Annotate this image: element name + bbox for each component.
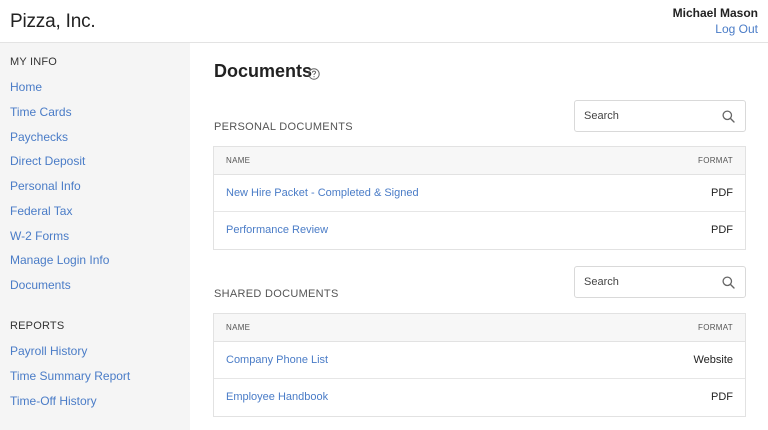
logout-link[interactable]: Log Out [673,21,758,37]
shared-documents-table: NAME FORMAT Company Phone List Website E… [213,313,746,417]
table-header: NAME FORMAT [214,314,745,342]
sidebar-section-my-info: MY INFO [10,56,58,68]
shared-documents-search[interactable] [574,266,746,298]
document-format: Website [693,354,733,366]
table-row: Company Phone List Website [214,342,745,379]
column-header-format[interactable]: FORMAT [698,323,733,332]
personal-search-input[interactable] [584,108,714,124]
column-header-format[interactable]: FORMAT [698,156,733,165]
sidebar-item-manage-login-info[interactable]: Manage Login Info [10,253,109,267]
document-link[interactable]: Performance Review [226,224,328,236]
top-header: Pizza, Inc. Michael Mason Log Out [0,0,768,43]
column-header-name[interactable]: NAME [226,156,250,165]
table-header: NAME FORMAT [214,147,745,175]
column-header-name[interactable]: NAME [226,323,250,332]
document-format: PDF [711,391,733,403]
sidebar-item-payroll-history[interactable]: Payroll History [10,344,87,358]
shared-documents-heading: SHARED DOCUMENTS [214,288,339,300]
search-icon[interactable] [722,110,735,123]
user-name: Michael Mason [672,6,758,20]
personal-documents-search[interactable] [574,100,746,132]
table-row: Performance Review PDF [214,212,745,249]
search-icon[interactable] [722,276,735,289]
document-link[interactable]: Company Phone List [226,354,328,366]
sidebar-item-time-cards[interactable]: Time Cards [10,105,72,119]
main-content: Documents PERSONAL DOCUMENTS NAME FORMAT… [190,43,768,430]
page-title: Documents [214,61,313,81]
document-link[interactable]: Employee Handbook [226,391,328,403]
document-link[interactable]: New Hire Packet - Completed & Signed [226,187,419,199]
document-format: PDF [711,224,733,236]
sidebar-item-time-summary-report[interactable]: Time Summary Report [10,369,130,383]
sidebar-item-home[interactable]: Home [10,80,42,94]
sidebar-section-reports: REPORTS [10,320,65,332]
sidebar-item-w2-forms[interactable]: W-2 Forms [10,229,69,243]
sidebar: MY INFO Home Time Cards Paychecks Direct… [0,43,190,430]
table-row: New Hire Packet - Completed & Signed PDF [214,175,745,212]
sidebar-item-documents[interactable]: Documents [10,278,71,292]
user-block: Michael Mason Log Out [673,5,758,37]
sidebar-item-time-off-history[interactable]: Time-Off History [10,394,97,408]
brand-logo[interactable]: Pizza, Inc. [10,11,96,33]
sidebar-item-federal-tax[interactable]: Federal Tax [10,204,72,218]
personal-documents-heading: PERSONAL DOCUMENTS [214,121,353,133]
sidebar-item-direct-deposit[interactable]: Direct Deposit [10,154,85,168]
question-circle-icon[interactable] [308,67,320,80]
table-row: Employee Handbook PDF [214,379,745,416]
sidebar-item-personal-info[interactable]: Personal Info [10,179,81,193]
document-format: PDF [711,187,733,199]
sidebar-item-paychecks[interactable]: Paychecks [10,130,68,144]
shared-search-input[interactable] [584,274,714,290]
personal-documents-table: NAME FORMAT New Hire Packet - Completed … [213,146,746,250]
